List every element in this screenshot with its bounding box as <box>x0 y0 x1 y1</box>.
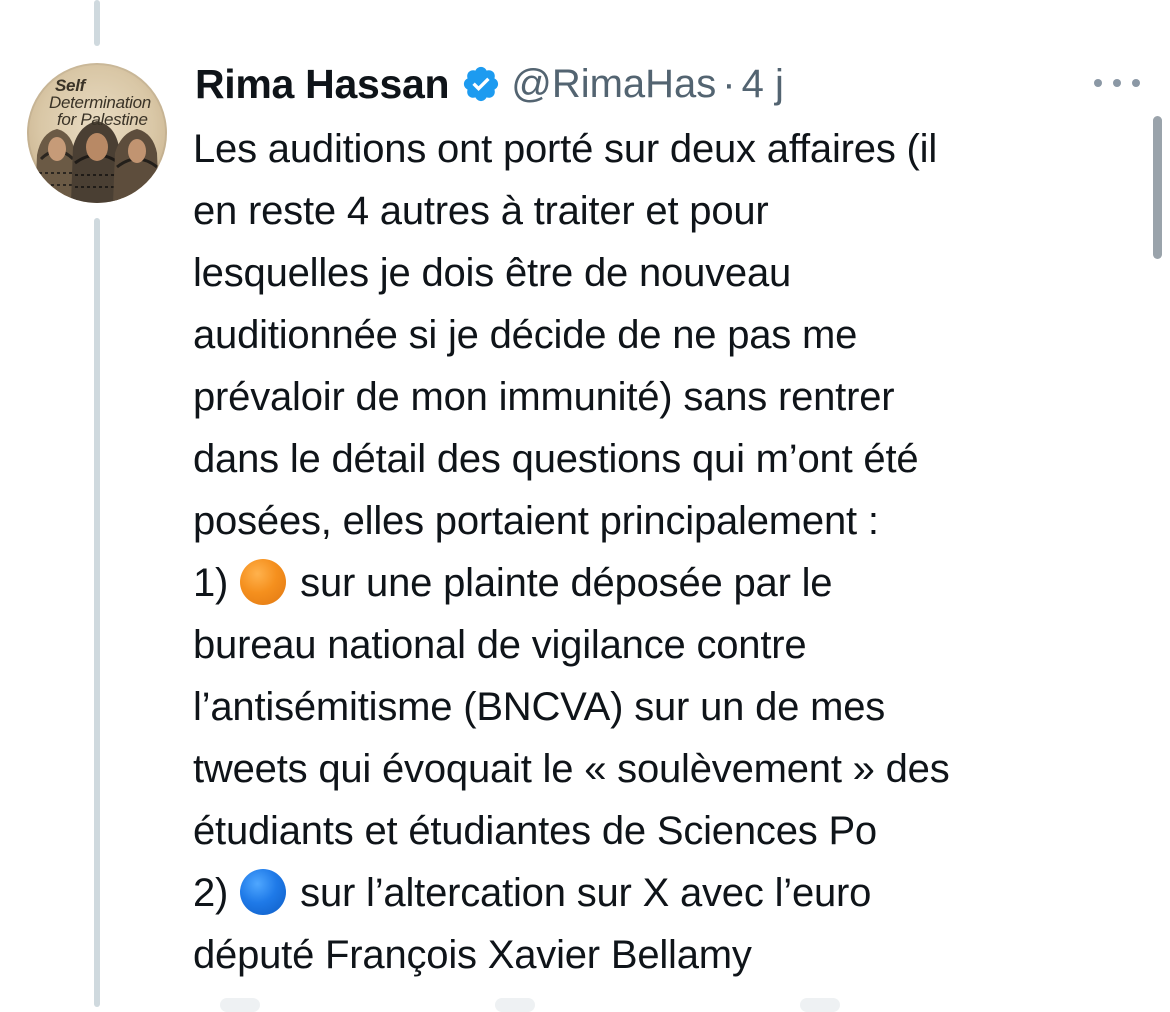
thread-line-bottom <box>94 218 100 1007</box>
tweet-line: l’antisémitisme (BNCVA) sur un de mes <box>193 685 886 729</box>
verified-badge-icon <box>464 66 499 102</box>
tweet-line: dans le détail des questions qui m’ont é… <box>193 437 919 481</box>
point-1-number: 1) <box>193 561 229 605</box>
more-dot <box>1113 79 1121 87</box>
tweet-line: posées, elles portaient principalement : <box>193 499 879 543</box>
avatar[interactable]: Self Determination for Palestine <box>27 63 167 203</box>
avatar-text-line1: Self <box>55 76 85 95</box>
tweet-line: député François Xavier Bellamy <box>193 933 752 977</box>
blue-circle-icon <box>240 869 287 915</box>
avatar-text-line3: for Palestine <box>57 110 148 129</box>
point-1-line: 1) sur une plainte déposée par le <box>193 552 1128 614</box>
tweet-text: Les auditions ont porté sur deux affaire… <box>193 118 1128 986</box>
tweet-line: auditionnée si je décide de ne pas me <box>193 313 858 357</box>
tweet-line: lesquelles je dois être de nouveau <box>193 251 792 295</box>
point-2-text: sur l’altercation sur X avec l’euro <box>300 871 872 915</box>
tweet-line: tweets qui évoquait le « soulèvement » d… <box>193 747 950 791</box>
action-bar-hint <box>495 998 535 1012</box>
more-options-icon[interactable] <box>1094 73 1140 93</box>
tweet-line: étudiants et étudiantes de Sciences Po <box>193 809 877 853</box>
tweet-line: Les auditions ont porté sur deux affaire… <box>193 127 938 171</box>
author-handle[interactable]: @RimaHas <box>511 62 716 107</box>
avatar-text-line2: Determination <box>49 93 151 112</box>
header-separator: · <box>722 61 736 106</box>
thread-line-top <box>94 0 100 46</box>
scrollbar-thumb[interactable] <box>1153 116 1162 259</box>
tweet-timestamp[interactable]: 4 j <box>742 62 784 107</box>
point-2-number: 2) <box>193 871 229 915</box>
action-bar-hint <box>800 998 840 1012</box>
tweet-header: Rima Hassan @RimaHas · 4 j <box>195 58 784 110</box>
point-1-text: sur une plainte déposée par le <box>300 561 833 605</box>
orange-circle-icon <box>240 559 287 605</box>
tweet-line: en reste 4 autres à traiter et pour <box>193 189 769 233</box>
more-dot <box>1094 79 1102 87</box>
author-name[interactable]: Rima Hassan <box>195 61 450 108</box>
tweet-line: prévaloir de mon immunité) sans rentrer <box>193 375 895 419</box>
action-bar-hint <box>220 998 260 1012</box>
avatar-text: Self Determination for Palestine <box>49 77 167 128</box>
more-dot <box>1132 79 1140 87</box>
tweet-line: bureau national de vigilance contre <box>193 623 807 667</box>
point-2-line: 2) sur l’altercation sur X avec l’euro <box>193 862 1128 924</box>
